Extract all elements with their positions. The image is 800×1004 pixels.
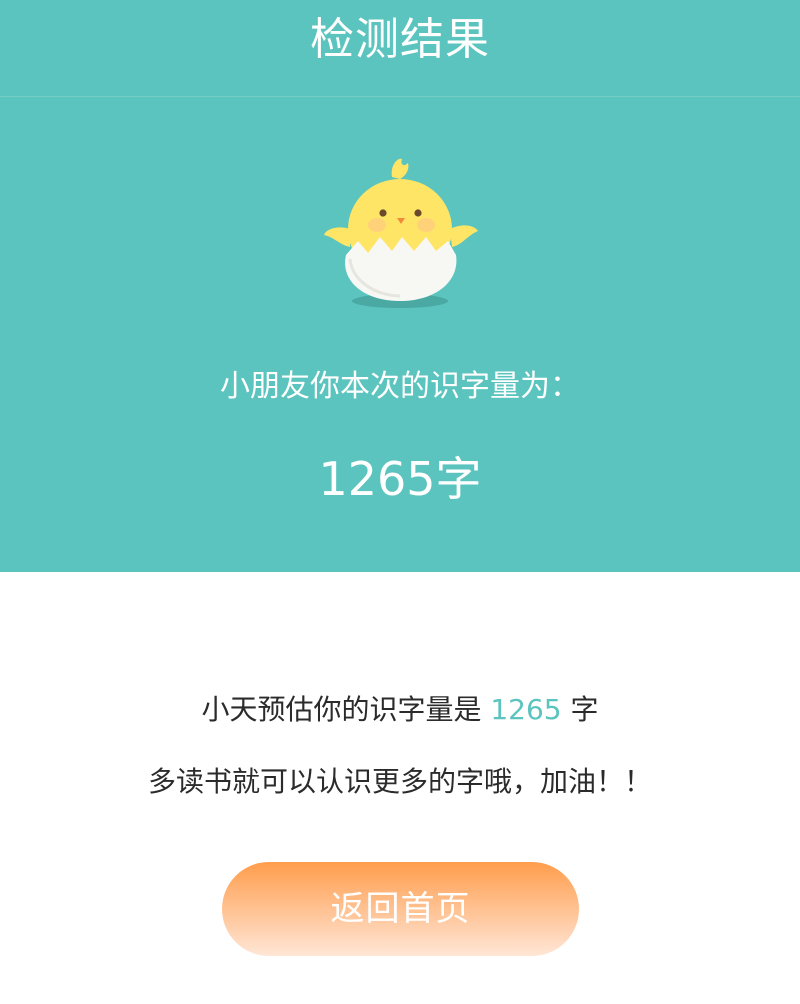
back-home-button[interactable]: 返回首页 (222, 862, 579, 956)
estimate-value: 1265 (490, 693, 562, 726)
chick-in-egg-icon (324, 158, 478, 308)
result-count: 1265字 (318, 452, 482, 506)
result-panel: 小朋友你本次的识字量为： 1265字 (0, 97, 800, 572)
estimate-suffix: 字 (561, 693, 599, 726)
page-title: 检测结果 (310, 14, 490, 65)
result-label: 小朋友你本次的识字量为： (220, 369, 580, 404)
estimate-line: 小天预估你的识字量是 1265 字 (0, 690, 800, 730)
encouragement-text: 多读书就可以认识更多的字哦，加油！！ (147, 765, 652, 798)
estimate-prefix: 小天预估你的识字量是 (201, 693, 491, 726)
header-bar: 检测结果 (0, 0, 800, 97)
